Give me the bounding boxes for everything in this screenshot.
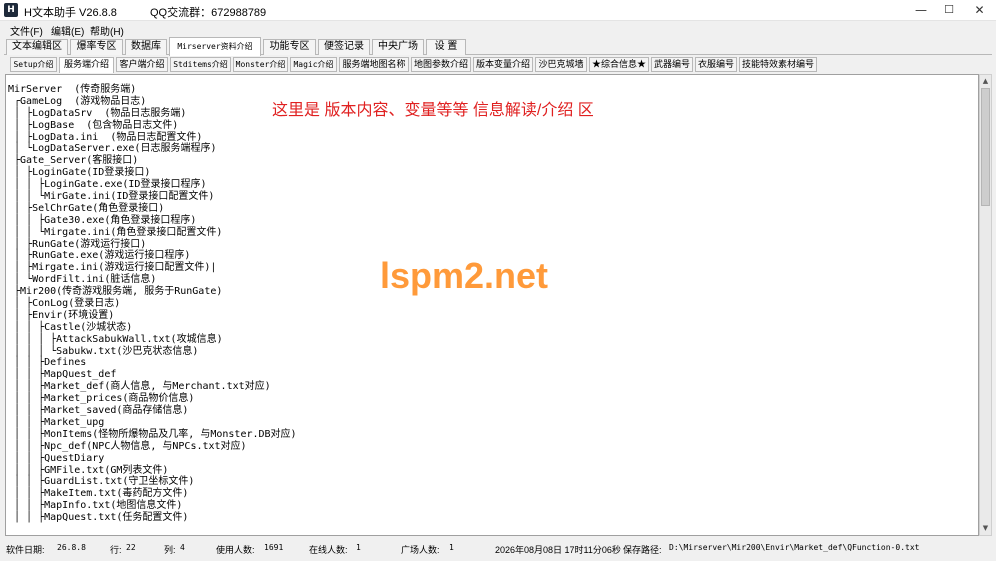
tree-line: │ │ └Mirgate.ini(角色登录接口配置文件) [8,226,223,238]
app-icon: H [4,3,18,17]
subtab-general-info[interactable]: ★综合信息★ [589,57,649,72]
tree-line: │ ├ConLog(登录日志) [8,298,121,310]
subtab-stditems[interactable]: Stditems介绍 [170,57,231,72]
tree-line: │ ├LoginGate(ID登录接口) [8,167,151,179]
tree-line: ├Mir200(传奇游戏服务端, 服务于RunGate) [8,286,223,298]
tree-line: │ │ ├Market_saved(商品存储信息) [8,405,189,417]
subtab-server[interactable]: 服务端介绍 [59,57,114,73]
subtab-monster[interactable]: Monster介绍 [233,57,288,72]
tree-line: │ ├RunGate(游戏运行接口) [8,238,147,250]
subtab-clothes-ids[interactable]: 衣服编号 [695,57,737,72]
tree-line: │ │ ├MonItems(怪物所爆物品及几率, 与Monster.DB对应) [8,428,297,440]
tab-mirserver-info[interactable]: Mirserver资料介绍 [169,37,261,56]
subtab-map-params[interactable]: 地图参数介绍 [411,57,471,72]
plaza-value: 1 [449,543,454,552]
tab-settings[interactable]: 设 置 [426,39,466,55]
tree-line: │ │ ├Gate30.exe(角色登录接口程序) [8,214,197,226]
tree-line: │ │ ├Market_upg [8,416,105,428]
minimize-icon[interactable]: — [907,0,935,20]
vertical-scrollbar[interactable]: ▲ ▼ [979,74,992,536]
tab-drop-rates[interactable]: 爆率专区 [70,39,123,55]
tree-line: │ │ ├GuardList.txt(守卫坐标文件) [8,476,195,488]
tree-line: │ ├Mirgate.ini(游戏运行接口配置文件)| [8,262,217,274]
scroll-down-icon[interactable]: ▼ [980,522,991,535]
plaza-label: 广场人数: [401,545,440,555]
main-tab-strip: 文本编辑区 爆率专区 数据库 Mirserver资料介绍 功能专区 便签记录 中… [4,37,992,56]
tree-line: ├Gate_Server(客服接口) [8,155,139,167]
tree-line: │ ├LogData.ini (物品日志配置文件) [8,131,203,143]
info-text-area[interactable]: MirServer (传奇服务端) ┌GameLog (游戏物品日志) │ ├L… [5,74,979,536]
tree-line: │ │ ├Castle(沙城状态) [8,321,133,333]
column-label: 列: [164,545,176,555]
tree-line: │ └WordFilt.ini(脏话信息) [8,274,157,286]
menu-help[interactable]: 帮助(H) [90,23,124,38]
tree-line: │ │ ├MapQuest_def [8,369,117,381]
directory-tree: MirServer (传奇服务端) ┌GameLog (游戏物品日志) │ ├L… [8,84,297,524]
tree-line: │ ├LogBase (包含物品日志文件) [8,119,179,131]
online-value: 1 [356,543,361,552]
tree-line: │ │ ├Market_prices(商品物价信息) [8,393,195,405]
menu-edit[interactable]: 编辑(E) [51,23,84,38]
title-bar: H H文本助手 V26.8.8 QQ交流群：672988789 — ☐ ✕ [0,0,996,21]
tab-database[interactable]: 数据库 [125,39,167,55]
tree-line: MirServer (传奇服务端) [8,84,137,95]
tree-line: │ │ │ └Sabukw.txt(沙巴克状态信息) [8,345,199,357]
tab-central-plaza[interactable]: 中央广场 [372,39,424,55]
save-path-value: D:\Mirserver\Mir200\Envir\Market_def\QFu… [669,543,920,552]
software-date-value: 26.8.8 [57,543,86,552]
tree-line: │ │ └MirGate.ini(ID登录接口配置文件) [8,191,215,203]
tree-line: │ │ ├MapQuest.txt(任务配置文件) [8,512,189,524]
tab-functions[interactable]: 功能专区 [263,39,316,55]
line-value: 22 [126,543,136,552]
tree-line: │ ├RunGate.exe(游戏运行接口程序) [8,250,191,262]
subtab-skill-effect-ids[interactable]: 技能特效素材编号 [739,57,817,72]
menu-file[interactable]: 文件(F) [10,23,43,38]
online-label: 在线人数: [309,545,348,555]
subtab-weapon-ids[interactable]: 武器编号 [651,57,693,72]
column-value: 4 [180,543,185,552]
scroll-thumb[interactable] [981,88,990,206]
software-date-label: 软件日期: [6,545,45,555]
qq-group-label: QQ交流群：672988789 [150,7,267,19]
subtab-map-names[interactable]: 服务端地图名称 [339,57,409,72]
tree-line: │ │ ├Npc_def(NPC人物信息, 与NPCs.txt对应) [8,440,247,452]
tree-line: │ │ │ ├AttackSabukWall.txt(攻城信息) [8,333,223,345]
status-bar: 软件日期: 26.8.8 行: 22 列: 4 使用人数: 1691 在线人数:… [0,540,996,556]
subtab-setup[interactable]: Setup介绍 [10,57,57,72]
tree-line: │ │ ├LoginGate.exe(ID登录接口程序) [8,179,207,191]
tab-notes[interactable]: 便签记录 [318,39,370,55]
tree-line: │ │ ├Defines [8,357,87,369]
subtab-version-vars[interactable]: 版本变量介绍 [473,57,533,72]
tree-line: │ └LogDataServer.exe(日志服务端程序) [8,143,217,155]
subtab-sabuk-wall[interactable]: 沙巴克城墙 [535,57,587,72]
menu-bar: 文件(F) 编辑(E) 帮助(H) [0,21,996,38]
tree-line: │ │ ├MakeItem.txt(毒药配方文件) [8,488,189,500]
tree-line: ┌GameLog (游戏物品日志) [8,95,147,107]
users-value: 1691 [264,543,284,552]
sub-tab-strip: Setup介绍 服务端介绍 客户端介绍 Stditems介绍 Monster介绍… [7,57,992,73]
scroll-up-icon[interactable]: ▲ [980,75,991,88]
tree-line: │ ├Envir(环境设置) [8,309,115,321]
tree-line: │ │ ├Market_def(商人信息, 与Merchant.txt对应) [8,381,271,393]
close-icon[interactable]: ✕ [963,0,996,20]
datetime: 2026年08月08日 17时11分06秒 [495,545,621,555]
subtab-client[interactable]: 客户端介绍 [116,57,168,72]
tree-line: │ │ ├GMFile.txt(GM列表文件) [8,464,169,476]
info-area-note: 这里是 版本内容、变量等等 信息解读/介绍 区 [272,102,594,119]
watermark: lspm2.net [380,255,549,296]
tree-line: │ │ ├QuestDiary [8,452,105,464]
tree-line: │ ├SelChrGate(角色登录接口) [8,202,165,214]
window-title: H文本助手 V26.8.8 [24,7,117,19]
subtab-magic[interactable]: Magic介绍 [290,57,337,72]
tree-line: │ ├LogDataSrv (物品日志服务端) [8,107,187,119]
line-label: 行: [110,545,122,555]
maximize-icon[interactable]: ☐ [935,0,963,20]
tree-line: │ │ ├MapInfo.txt(地图信息文件) [8,500,183,512]
save-path-label: 保存路径: [623,545,662,555]
users-label: 使用人数: [216,545,255,555]
tab-text-editor[interactable]: 文本编辑区 [6,39,68,55]
